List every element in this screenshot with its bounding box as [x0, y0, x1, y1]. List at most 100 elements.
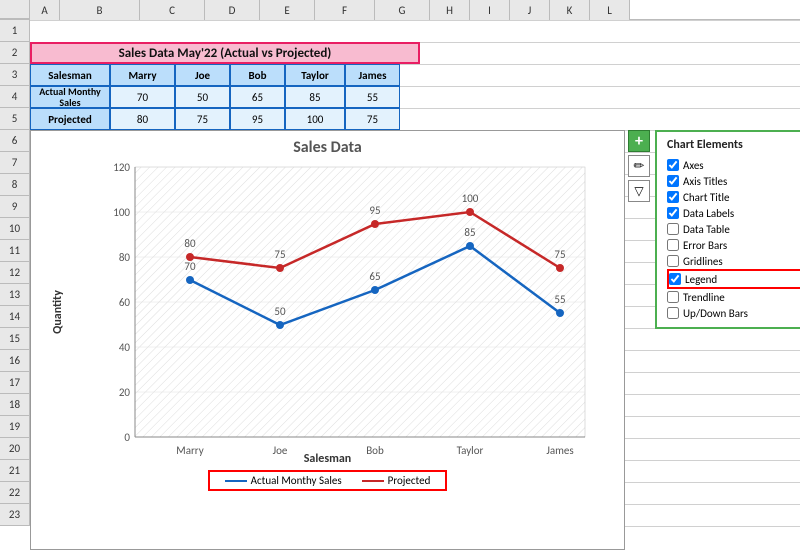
trendline-label: Trendline [683, 291, 725, 304]
grid-area: Sales Data May'22 (Actual vs Projected) … [30, 20, 800, 526]
col-header-b: B [60, 0, 140, 20]
svg-text:Joe: Joe [273, 444, 288, 457]
row-header-15: 15 [0, 328, 30, 350]
element-axis-titles[interactable]: Axis Titles [667, 173, 800, 189]
row-header-22: 22 [0, 482, 30, 504]
data-table-label: Data Table [683, 223, 730, 236]
col-header-f: F [315, 0, 375, 20]
element-legend[interactable]: Legend [667, 269, 800, 289]
svg-text:Marry: Marry [176, 444, 203, 457]
legend-checkbox[interactable] [669, 273, 681, 285]
svg-text:75: 75 [554, 248, 565, 261]
chart-filter-button[interactable]: ▽ [628, 180, 650, 202]
row-header-16: 16 [0, 350, 30, 372]
chart-title-checkbox[interactable] [667, 191, 679, 203]
element-chart-title[interactable]: Chart Title [667, 189, 800, 205]
col-header-a: A [30, 0, 60, 20]
actual-james: 55 [345, 86, 400, 108]
actual-taylor: 85 [285, 86, 345, 108]
element-error-bars[interactable]: Error Bars [667, 237, 800, 253]
col-header-d: D [205, 0, 260, 20]
label-actual: Actual Monthy Sales [30, 86, 110, 108]
svg-text:Taylor: Taylor [457, 444, 484, 457]
svg-text:65: 65 [369, 270, 380, 283]
header-bob: Bob [230, 64, 285, 86]
add-chart-element-button[interactable]: + [628, 130, 650, 152]
svg-text:70: 70 [184, 260, 196, 273]
chart-elements-panel: Chart Elements Axes Axis Titles Chart Ti… [655, 130, 800, 329]
actual-joe: 50 [175, 86, 230, 108]
row-header-10: 10 [0, 218, 30, 240]
header-row: Salesman Marry Joe Bob Taylor James [30, 64, 400, 86]
header-joe: Joe [175, 64, 230, 86]
svg-text:50: 50 [274, 305, 286, 318]
chart-svg: 0 20 40 60 80 100 120 [76, 162, 614, 462]
svg-text:80: 80 [119, 251, 131, 264]
svg-text:100: 100 [113, 206, 130, 219]
data-labels-label: Data Labels [683, 207, 734, 220]
trendline-checkbox[interactable] [667, 291, 679, 303]
chart-container[interactable]: Sales Data Quantity [30, 130, 625, 550]
row-header-1: 1 [0, 20, 30, 42]
updown-bars-label: Up/Down Bars [683, 307, 748, 320]
row-header-9: 9 [0, 196, 30, 218]
svg-text:75: 75 [274, 248, 285, 261]
actual-marry: 70 [110, 86, 175, 108]
element-data-labels[interactable]: Data Labels [667, 205, 800, 221]
gridlines-label: Gridlines [683, 255, 723, 268]
error-bars-checkbox[interactable] [667, 239, 679, 251]
svg-text:100: 100 [462, 192, 479, 205]
grid-hline-0 [30, 20, 800, 21]
spreadsheet-body: 1234567891011121314151617181920212223 Sa… [0, 20, 800, 526]
element-data-table[interactable]: Data Table [667, 221, 800, 237]
row-1 [30, 20, 800, 42]
row-header-3: 3 [0, 64, 30, 86]
label-projected: Projected [30, 108, 110, 130]
element-trendline[interactable]: Trendline [667, 289, 800, 305]
row-header-20: 20 [0, 438, 30, 460]
header-taylor: Taylor [285, 64, 345, 86]
actual-row: Actual Monthy Sales 70 50 65 85 55 [30, 86, 400, 108]
gridlines-checkbox[interactable] [667, 255, 679, 267]
row-header-2: 2 [0, 42, 30, 64]
chart-legend: Actual Monthy Sales Projected [208, 470, 448, 491]
svg-text:95: 95 [369, 204, 380, 217]
chart-title-label: Chart Title [683, 191, 730, 204]
data-table-checkbox[interactable] [667, 223, 679, 235]
proj-james: 75 [345, 108, 400, 130]
col-header-g: G [375, 0, 430, 20]
legend-line-actual [225, 480, 247, 482]
svg-text:120: 120 [113, 162, 130, 174]
row-header-18: 18 [0, 394, 30, 416]
element-gridlines[interactable]: Gridlines [667, 253, 800, 269]
error-bars-label: Error Bars [683, 239, 727, 252]
legend-line-projected [362, 480, 384, 482]
legend-actual: Actual Monthy Sales [225, 474, 342, 487]
col-header-l: L [590, 0, 630, 20]
projected-row: Projected 80 75 95 100 75 [30, 108, 400, 130]
chart-title: Sales Data [31, 136, 624, 157]
legend-projected: Projected [362, 474, 431, 487]
legend-label-actual: Actual Monthy Sales [251, 474, 342, 487]
element-updown-bars[interactable]: Up/Down Bars [667, 305, 800, 321]
updown-bars-checkbox[interactable] [667, 307, 679, 319]
col-headers: ABCDEFGHIJKL [0, 0, 800, 20]
actual-bob: 65 [230, 86, 285, 108]
row-header-23: 23 [0, 504, 30, 526]
axes-checkbox[interactable] [667, 159, 679, 171]
row-header-21: 21 [0, 460, 30, 482]
row-header-4: 4 [0, 86, 30, 108]
axis-titles-checkbox[interactable] [667, 175, 679, 187]
svg-text:Bob: Bob [366, 444, 384, 457]
row-header-12: 12 [0, 262, 30, 284]
header-salesman: Salesman [30, 64, 110, 86]
row-headers: 1234567891011121314151617181920212223 [0, 20, 30, 526]
element-axes[interactable]: Axes [667, 157, 800, 173]
title-cell: Sales Data May'22 (Actual vs Projected) [30, 42, 420, 64]
data-labels-checkbox[interactable] [667, 207, 679, 219]
chart-style-button[interactable]: ✏ [628, 155, 650, 177]
col-header-k: K [550, 0, 590, 20]
svg-text:60: 60 [119, 296, 131, 309]
corner-cell [0, 0, 30, 19]
chart-elements-title: Chart Elements [667, 138, 800, 152]
